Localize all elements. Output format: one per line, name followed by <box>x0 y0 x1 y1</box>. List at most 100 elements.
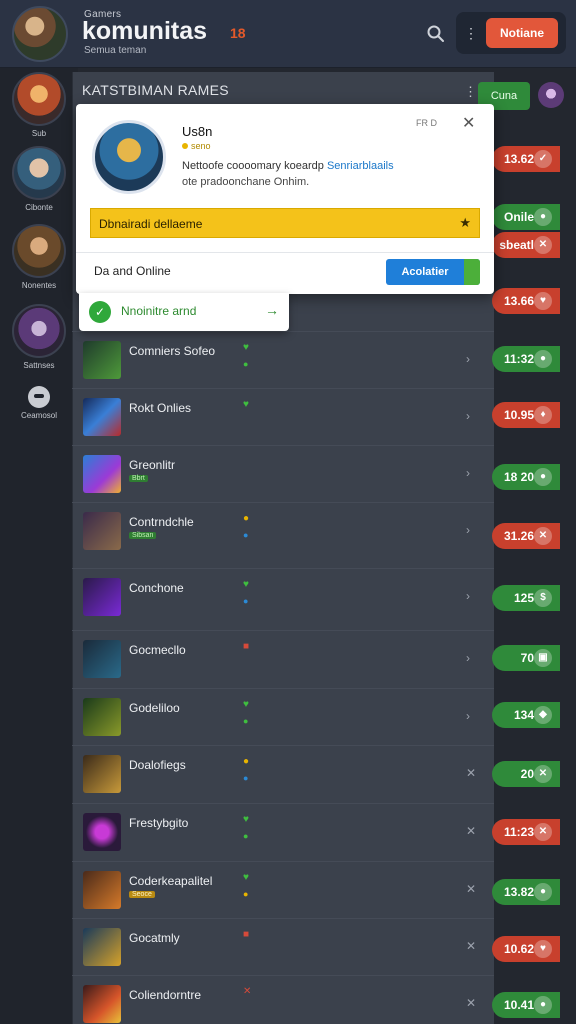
time-pill[interactable]: 10.41 ● <box>492 992 560 1018</box>
chevron-right-icon[interactable]: › <box>466 589 470 603</box>
rail-item-5[interactable]: Ceamosol <box>0 386 78 420</box>
game-thumbnail <box>83 928 121 966</box>
game-thumbnail <box>83 455 121 493</box>
chevron-right-icon[interactable]: › <box>466 409 470 423</box>
time-pill[interactable]: 31.26 ✕ <box>492 523 560 549</box>
list-item[interactable]: Greonlitr Bbrt › <box>72 445 494 502</box>
chat-icon: ● <box>534 350 552 368</box>
close-icon[interactable]: ✕ <box>466 766 476 780</box>
list-item[interactable]: Godeliloo ♥ ● › <box>72 688 494 745</box>
game-thumbnail <box>83 813 121 851</box>
game-title: Conchone <box>129 581 184 595</box>
time-pill[interactable]: 70 ▣ <box>492 645 560 671</box>
avatar <box>12 224 66 278</box>
game-thumbnail <box>83 398 121 436</box>
notification-button[interactable]: Notiane <box>486 18 558 48</box>
notification-toast[interactable]: ✓ Nnoinitre arnd → <box>79 293 289 331</box>
status-icon: ✕ <box>243 986 252 997</box>
badge-icon: ✕ <box>534 236 552 254</box>
time-pill[interactable]: 134 ◆ <box>492 702 560 728</box>
time-pill[interactable]: 10.95 ♦ <box>492 402 560 428</box>
time-pill[interactable]: 10.62 ♥ <box>492 936 560 962</box>
status-icon: ● <box>243 359 249 369</box>
list-item[interactable]: Contrndchle Sibsan ● ● › <box>72 502 494 559</box>
close-icon[interactable]: ✕ <box>466 996 476 1010</box>
time-pill[interactable]: 11:23 ✕ <box>492 819 560 845</box>
badge-icon: ● <box>534 208 552 226</box>
close-icon[interactable]: ✕ <box>466 939 476 953</box>
rail-item-2[interactable]: Cibonte <box>0 146 78 212</box>
controller-icon: ▣ <box>534 649 552 667</box>
search-icon[interactable] <box>424 22 448 46</box>
time-pill[interactable]: 13.62 ✓ <box>492 146 560 172</box>
rail-item-1[interactable]: Sub <box>0 72 78 138</box>
list-item[interactable]: Rokt Onlies ♥ › <box>72 388 494 445</box>
toast-text: Nnoinitre arnd <box>121 304 197 318</box>
app-caption: Semua teman <box>84 45 147 56</box>
check-icon: ✓ <box>89 301 111 323</box>
close-icon[interactable]: ✕ <box>466 824 476 838</box>
time-pill[interactable]: 20 ✕ <box>492 761 560 787</box>
list-item[interactable]: Doalofiegs ● ● ✕ <box>72 745 494 802</box>
accept-button[interactable]: Acolatier <box>386 259 480 285</box>
chevron-right-icon[interactable]: › <box>466 709 470 723</box>
game-thumbnail <box>83 512 121 550</box>
game-title: Godeliloo <box>129 701 180 715</box>
header-action-group: ⋮ Notiane <box>456 12 566 54</box>
time-pill[interactable]: sbeatl ✕ <box>492 232 560 258</box>
list-item[interactable]: Coderkeapalitel Seoce ♥ ● ✕ <box>72 861 494 918</box>
game-thumbnail <box>83 698 121 736</box>
list-item[interactable]: Conchone ♥ ● › <box>72 568 494 625</box>
status-text: seno <box>191 141 211 151</box>
profile-avatar[interactable] <box>12 6 68 62</box>
rail-label: Sub <box>31 129 47 138</box>
list-item[interactable]: Frestybgito ♥ ● ✕ <box>72 803 494 860</box>
time-pill[interactable]: 13.66 ♥ <box>492 288 560 314</box>
list-item[interactable]: Gocmecllo ■ › <box>72 630 494 687</box>
status-icon: ● <box>243 596 249 606</box>
time-pill[interactable]: 13.82 ● <box>492 879 560 905</box>
rail-item-3[interactable]: Nonentes <box>0 224 78 290</box>
chevron-right-icon[interactable]: › <box>466 651 470 665</box>
more-menu-icon[interactable]: ⋮ <box>464 23 478 43</box>
list-item[interactable]: Coliendorntre ✕ ✕ <box>72 975 494 1024</box>
chevron-right-icon[interactable]: › <box>466 523 470 537</box>
close-icon[interactable]: ✕ <box>466 882 476 896</box>
user-profile-popup: Us8n seno Nettoofe coooomary koeardp Sen… <box>76 104 494 294</box>
game-title: Coliendorntre <box>129 988 202 1002</box>
time-pill[interactable]: Onile ● <box>492 204 560 230</box>
user-avatar-small[interactable] <box>538 82 564 108</box>
status-icon: ♥ <box>243 579 249 590</box>
shield-icon: ♦ <box>534 406 552 424</box>
coin-icon: ● <box>243 756 250 767</box>
time-pill[interactable]: 125 $ <box>492 585 560 611</box>
badge-icon: ✓ <box>534 150 552 168</box>
status-icon: ♥ <box>243 399 249 410</box>
popup-banner[interactable]: Dbnairadi dellaeme ★ <box>90 208 480 238</box>
banner-text: Dbnairadi dellaeme <box>99 217 203 231</box>
status-dot-icon <box>182 143 188 149</box>
time-pill[interactable]: 11:32 ● <box>492 346 560 372</box>
game-title: Greonlitr <box>129 458 176 472</box>
avatar <box>12 304 66 358</box>
dollar-icon: $ <box>534 589 552 607</box>
close-icon[interactable]: ✕ <box>462 116 478 132</box>
chevron-right-icon[interactable]: › <box>466 352 470 366</box>
time-pill[interactable]: 18 20 ● <box>492 464 560 490</box>
coin-icon: ● <box>243 513 250 524</box>
game-title: Frestybgito <box>129 816 189 830</box>
tag-icon: ◆ <box>534 706 552 724</box>
rail-item-4[interactable]: Sattnses <box>0 304 78 370</box>
status-icon: ● <box>243 716 249 726</box>
status-icon: ■ <box>243 641 250 652</box>
panel-more-icon[interactable]: ⋮ <box>464 84 477 100</box>
status-icon: ♥ <box>243 814 249 825</box>
avatar <box>12 146 66 200</box>
badge-icon: ♥ <box>534 292 552 310</box>
chevron-right-icon[interactable]: › <box>466 466 470 480</box>
list-item[interactable]: Gocatmly ■ ✕ <box>72 918 494 975</box>
arrow-right-icon[interactable]: → <box>265 302 279 318</box>
game-title: Rokt Onlies <box>129 401 192 415</box>
game-title: Doalofiegs <box>129 758 186 772</box>
list-item[interactable]: Comniers Sofeo ♥ ● › <box>72 331 494 388</box>
